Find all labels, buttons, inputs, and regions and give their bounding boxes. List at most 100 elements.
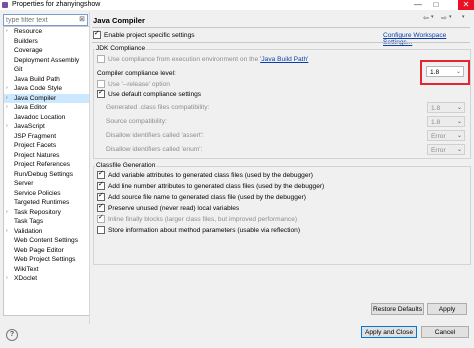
classfile-option-checkbox[interactable] [97,226,105,235]
tree-item[interactable]: Project Facets [4,141,89,151]
java-build-path-link[interactable]: 'Java Build Path' [260,56,308,63]
tree-item[interactable]: Coverage [4,46,89,56]
tree-item[interactable]: Service Policies [4,189,89,199]
forward-icon[interactable]: ⇨ [441,14,447,22]
tree-item-label: Project References [14,161,71,168]
property-page-tree[interactable]: › Resource Builders Coverage Deployment Asse… [3,26,90,316]
expand-arrow-icon[interactable]: › [6,103,8,113]
chevron-down-icon: ⌄ [456,105,462,111]
view-menu-icon[interactable]: ▾ [462,14,465,20]
tree-item-label: WikiText [14,265,39,273]
tree-item-label: Service Policies [14,189,61,197]
minimize-button[interactable]: — [410,0,426,10]
use-exec-env-label: Use compliance from execution environmen… [108,56,261,63]
window-title-bar: Properties for zhanyingshow — □ ✕ [0,0,474,10]
classfile-option-checkbox[interactable] [97,202,105,213]
splitter[interactable] [89,12,90,324]
compliance-level-label: Compiler compliance level: [97,70,176,77]
enable-project-settings-row[interactable]: Enable project specific settings [93,29,195,40]
cancel-button[interactable]: Cancel [421,326,469,338]
restore-defaults-button[interactable]: Restore Defaults [371,303,424,315]
configure-workspace-settings-link[interactable]: Configure Workspace Settings... [383,32,474,46]
back-icon[interactable]: ⇦ [423,14,429,22]
enable-project-settings-checkbox[interactable] [93,29,101,40]
expand-arrow-icon[interactable]: › [6,27,8,37]
classfile-option-checkbox[interactable] [97,191,105,202]
enum-identifier-select[interactable]: Error ⌄ [427,144,465,155]
classfile-option-row[interactable]: Inline finally blocks (larger class file… [97,213,297,224]
classfile-generation-group-title: Classfile Generation [95,162,157,169]
use-default-compliance-checkbox[interactable] [97,88,105,99]
tree-item[interactable]: Run/Debug Settings [4,170,89,180]
tree-item[interactable]: › Task Repository [4,208,89,218]
tree-item-label: Web Content Settings [14,237,79,244]
compliance-level-select[interactable]: 1.8 ⌄ [426,66,464,77]
tree-item[interactable]: Builders [4,37,89,47]
tree-item[interactable]: › Validation [4,227,89,237]
classfile-option-row[interactable]: Add variable attributes to generated cla… [97,169,313,180]
tree-item[interactable]: Web Content Settings [4,236,89,246]
tree-item[interactable]: Web Page Editor [4,246,89,256]
filter-field[interactable]: ⊠ [3,14,88,26]
expand-arrow-icon[interactable]: › [6,208,8,218]
expand-arrow-icon[interactable]: › [6,274,8,284]
release-option-row[interactable]: Use '--release' option [97,80,170,89]
use-default-compliance-row[interactable]: Use default compliance settings [97,88,201,99]
classfile-option-row[interactable]: Preserve unused (never read) local varia… [97,202,239,213]
classfile-option-checkbox[interactable] [97,169,105,180]
back-menu-icon[interactable]: ▾ [431,14,434,20]
expand-arrow-icon[interactable]: › [6,122,8,132]
tree-item-label: Java Compiler [14,94,57,102]
tree-item[interactable]: Web Project Settings [4,255,89,265]
classfile-option-checkbox[interactable] [97,213,105,224]
tree-item[interactable]: › Java Editor [4,103,89,113]
tree-item-label: Server [14,180,34,187]
tree-item[interactable]: JSP Fragment [4,132,89,142]
close-button[interactable]: ✕ [458,0,474,10]
release-option-checkbox[interactable] [97,80,105,89]
use-exec-env-checkbox[interactable] [97,55,105,64]
forward-menu-icon[interactable]: ▾ [449,14,452,20]
tree-item[interactable]: › Resource [4,27,89,37]
tree-item[interactable]: Deployment Assembly [4,56,89,66]
classfile-option-row[interactable]: Add line number attributes to generated … [97,180,324,191]
expand-arrow-icon[interactable]: › [6,94,8,104]
tree-item[interactable]: Project Natures [4,151,89,161]
tree-item[interactable]: Java Build Path [4,75,89,85]
tree-item-label: Java Build Path [14,75,60,83]
tree-item[interactable]: › XDoclet [4,274,89,284]
tree-item[interactable]: Git [4,65,89,75]
chevron-down-icon: ⌄ [456,133,462,139]
use-exec-env-row[interactable]: Use compliance from execution environmen… [97,55,308,64]
chevron-down-icon: ⌄ [456,147,462,153]
tree-item[interactable]: Targeted Runtimes [4,198,89,208]
tree-item[interactable]: Task Tags [4,217,89,227]
tree-item-label: XDoclet [14,275,38,282]
tree-item[interactable]: › Java Code Style [4,84,89,94]
source-compat-select[interactable]: 1.8 ⌄ [427,116,465,127]
tree-item[interactable]: WikiText [4,265,89,275]
classfile-option-row[interactable]: Store information about method parameter… [97,226,300,235]
tree-item[interactable]: Project References [4,160,89,170]
header-divider [92,27,470,28]
tree-item[interactable]: Server [4,179,89,189]
help-icon[interactable]: ? [6,329,18,341]
compliance-level-value: 1.8 [430,69,440,76]
enum-identifier-value: Error [431,147,446,154]
tree-item-label: Java Code Style [14,85,63,92]
classfile-option-checkbox[interactable] [97,180,105,191]
classfile-option-row[interactable]: Add source file name to generated class … [97,191,306,202]
expand-arrow-icon[interactable]: › [6,227,8,237]
tree-item[interactable]: › Java Compiler [4,93,89,104]
assert-identifier-select[interactable]: Error ⌄ [427,130,465,141]
tree-item[interactable]: Javadoc Location [4,113,89,123]
apply-and-close-button[interactable]: Apply and Close [361,326,417,338]
clear-filter-icon[interactable]: ⊠ [79,15,85,25]
tree-item-label: Task Repository [14,208,61,216]
filter-input[interactable] [4,15,76,25]
generated-class-compat-select[interactable]: 1.8 ⌄ [427,102,465,113]
tree-item[interactable]: › JavaScript [4,122,89,132]
expand-arrow-icon[interactable]: › [6,84,8,94]
maximize-button[interactable]: □ [428,0,444,10]
apply-button[interactable]: Apply [427,303,467,315]
